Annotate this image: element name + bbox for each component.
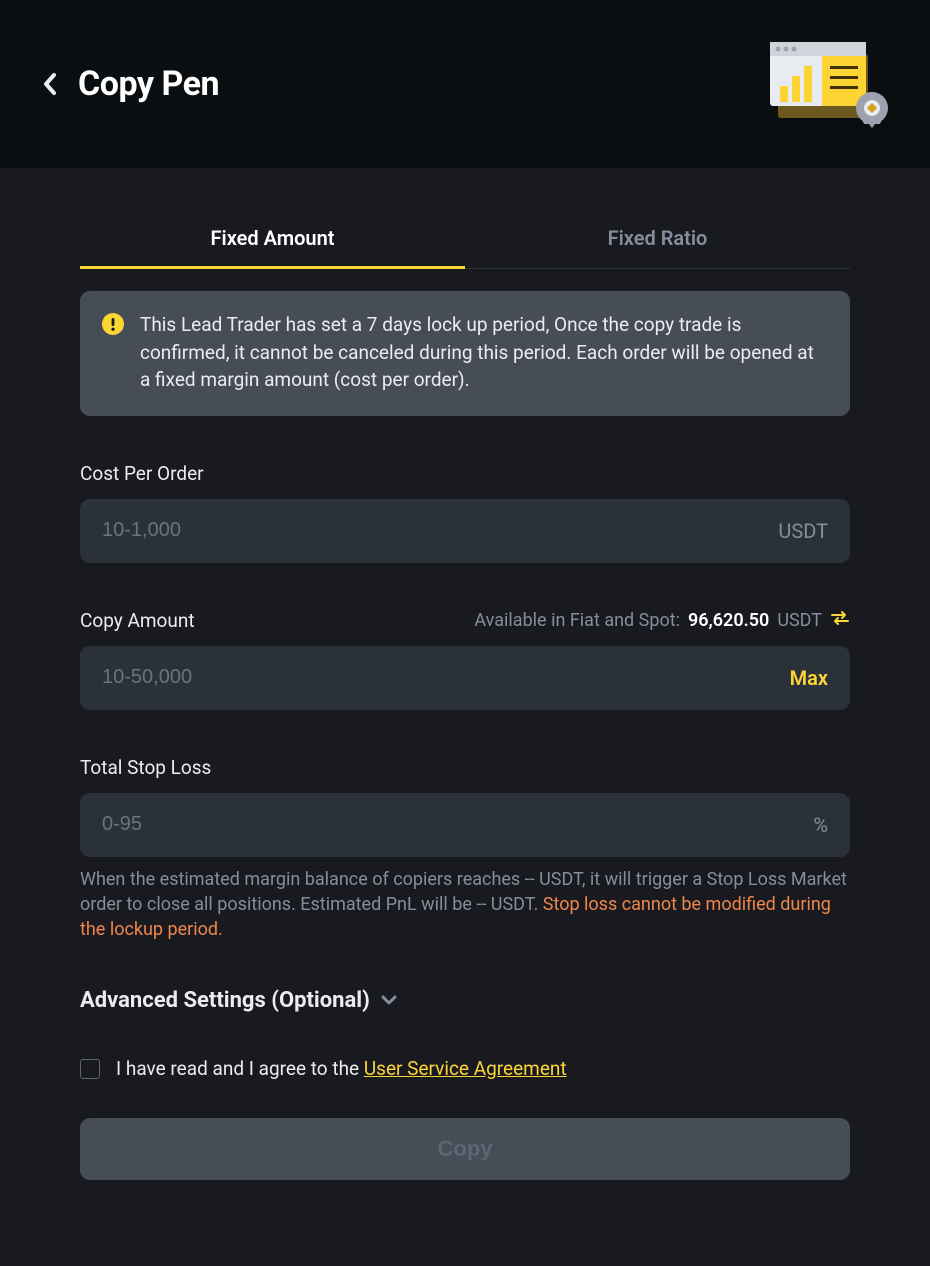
page-title: Copy Pen (78, 64, 219, 104)
agreement-text-prefix: I have read and I agree to the (116, 1057, 364, 1080)
cost-per-order-suffix: USDT (778, 519, 828, 543)
available-balance: Available in Fiat and Spot: 96,620.50 US… (474, 610, 850, 631)
back-icon[interactable] (40, 71, 60, 97)
header-illustration-icon (760, 34, 890, 134)
cost-per-order-input-wrap: USDT (80, 499, 850, 563)
lockup-notice-text: This Lead Trader has set a 7 days lock u… (140, 311, 828, 394)
cost-per-order-field: Cost Per Order USDT (80, 462, 850, 563)
tab-fixed-ratio[interactable]: Fixed Ratio (465, 208, 850, 269)
page-header: Copy Pen (0, 0, 930, 168)
cost-per-order-input[interactable] (102, 519, 778, 542)
copy-amount-label: Copy Amount (80, 609, 195, 632)
agreement-text: I have read and I agree to the User Serv… (116, 1057, 567, 1080)
agreement-row: I have read and I agree to the User Serv… (80, 1057, 850, 1080)
swap-icon[interactable] (830, 610, 850, 631)
advanced-settings-label: Advanced Settings (Optional) (80, 988, 370, 1013)
agreement-checkbox[interactable] (80, 1059, 100, 1079)
stop-loss-suffix: % (813, 813, 828, 837)
stop-loss-input-wrap: % (80, 793, 850, 857)
header-left: Copy Pen (40, 64, 219, 104)
content-area: Fixed Amount Fixed Ratio This Lead Trade… (0, 168, 930, 1220)
max-button[interactable]: Max (790, 666, 828, 690)
warning-icon (102, 313, 124, 335)
chevron-down-icon (380, 991, 398, 1010)
stop-loss-field: Total Stop Loss % When the estimated mar… (80, 756, 850, 943)
copy-amount-field: Copy Amount Available in Fiat and Spot: … (80, 609, 850, 710)
stop-loss-label: Total Stop Loss (80, 756, 850, 779)
tab-fixed-amount[interactable]: Fixed Amount (80, 208, 465, 269)
tabs: Fixed Amount Fixed Ratio (80, 208, 850, 269)
available-amount: 96,620.50 (688, 610, 769, 631)
copy-amount-input-wrap: Max (80, 646, 850, 710)
available-currency: USDT (777, 610, 822, 631)
lockup-notice: This Lead Trader has set a 7 days lock u… (80, 291, 850, 416)
copy-amount-label-row: Copy Amount Available in Fiat and Spot: … (80, 609, 850, 632)
stop-loss-helper: When the estimated margin balance of cop… (80, 867, 850, 943)
available-label: Available in Fiat and Spot: (474, 610, 680, 631)
user-service-agreement-link[interactable]: User Service Agreement (364, 1057, 567, 1080)
advanced-settings-toggle[interactable]: Advanced Settings (Optional) (80, 988, 850, 1013)
cost-per-order-label: Cost Per Order (80, 462, 850, 485)
copy-button[interactable]: Copy (80, 1118, 850, 1180)
copy-amount-input[interactable] (102, 666, 790, 689)
stop-loss-input[interactable] (102, 813, 813, 836)
